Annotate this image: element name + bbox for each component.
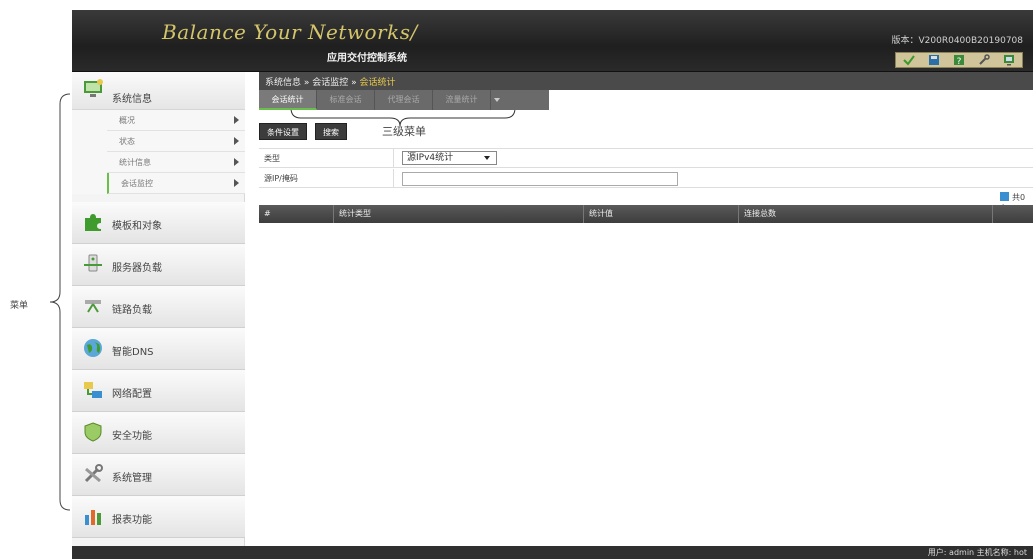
help-icon[interactable]: ?: [952, 54, 966, 66]
search-button[interactable]: 搜索: [315, 123, 347, 140]
wrench-icon[interactable]: [977, 54, 991, 66]
network-icon: [82, 379, 104, 401]
link-icon: [82, 295, 104, 317]
tab-proxy-session[interactable]: 代理会话: [375, 90, 433, 110]
column-header[interactable]: 统计值: [584, 205, 739, 223]
check-icon[interactable]: [902, 54, 916, 66]
ip-mask-input[interactable]: [402, 172, 678, 186]
monitor-icon[interactable]: [1002, 54, 1016, 66]
app-header: Balance Your Networks/ 应用交付控制系统 版本：V200R…: [72, 10, 1033, 72]
svg-text:?: ?: [957, 57, 962, 66]
chevron-right-icon: [234, 116, 239, 124]
sidebar-item-label: 服务器负载: [112, 263, 162, 274]
type-select[interactable]: 源IPv4统计: [402, 151, 497, 165]
tools-icon: [82, 463, 104, 485]
type-label: 类型: [259, 149, 394, 168]
save-icon[interactable]: [927, 54, 941, 66]
header-toolbar: ?: [895, 52, 1023, 68]
sidebar-item-label: 智能DNS: [112, 347, 154, 358]
form-row-ip: 源IP/掩码: [259, 169, 1033, 188]
sidebar-item-label: 网络配置: [112, 389, 152, 400]
sidebar-item-reports[interactable]: 报表功能: [72, 496, 245, 538]
chevron-down-icon[interactable]: [491, 90, 503, 110]
sidebar-item-server-load[interactable]: 服务器负载: [72, 244, 245, 286]
shield-icon: [82, 421, 104, 443]
sidebar-subitem-label: 概况: [119, 116, 135, 125]
sidebar-subitem-session-monitor[interactable]: 会话监控: [107, 173, 245, 194]
sidebar-subitem-statistics[interactable]: 统计信息: [107, 152, 245, 173]
breadcrumb-current: 会话统计: [359, 78, 396, 88]
sidebar-item-label: 安全功能: [112, 431, 152, 442]
sidebar-subitem-overview[interactable]: 概况: [107, 110, 245, 131]
breadcrumb-part[interactable]: 会话监控 »: [312, 78, 359, 88]
sidebar-item-network-config[interactable]: 网络配置: [72, 370, 245, 412]
ip-label: 源IP/掩码: [259, 169, 394, 188]
sidebar-item-label: 系统管理: [112, 473, 152, 484]
chevron-right-icon: [234, 158, 239, 166]
export-icon[interactable]: [1000, 192, 1009, 201]
chevron-right-icon: [234, 179, 239, 187]
version-text: 版本：V200R0400B20190708: [891, 36, 1023, 46]
status-bar: 用户: admin 主机名称: hot: [72, 546, 1033, 559]
filter-form: 类型 源IPv4统计 源IP/掩码: [259, 148, 1033, 188]
monitor-info-icon: [82, 78, 104, 100]
sidebar-submenu: 概况 状态 统计信息 会话监控: [72, 110, 245, 194]
column-header[interactable]: #: [259, 205, 334, 223]
sidebar-item-smart-dns[interactable]: 智能DNS: [72, 328, 245, 370]
sidebar: 系统信息 概况 状态 统计信息 会话监控 模板和对象 服务器负载 链路负载 智能…: [72, 72, 245, 546]
chevron-right-icon: [234, 137, 239, 145]
tab-bar: 会话统计 标准会话 代理会话 流量统计: [259, 90, 549, 110]
sidebar-item-templates[interactable]: 模板和对象: [72, 202, 245, 244]
sidebar-subitem-status[interactable]: 状态: [107, 131, 245, 152]
breadcrumb-part[interactable]: 系统信息 »: [265, 78, 312, 88]
tab-standard-session[interactable]: 标准会话: [317, 90, 375, 110]
sidebar-item-security[interactable]: 安全功能: [72, 412, 245, 454]
sidebar-subitem-label: 统计信息: [119, 158, 151, 167]
sidebar-item-label: 报表功能: [112, 515, 152, 526]
table-header: # 统计类型 统计值 连接总数: [259, 205, 1033, 223]
sidebar-subitem-label: 会话监控: [121, 179, 153, 188]
server-icon: [82, 253, 104, 275]
breadcrumb: 系统信息 » 会话监控 » 会话统计: [259, 72, 1033, 90]
type-select-value: 源IPv4统计: [407, 153, 454, 163]
tab-traffic-stats[interactable]: 流量统计: [433, 90, 491, 110]
app-root: { "header": { "logo_title": "Balance You…: [0, 0, 1033, 559]
sidebar-item-system-management[interactable]: 系统管理: [72, 454, 245, 496]
sidebar-item-label: 系统信息: [112, 94, 152, 105]
sidebar-subitem-label: 状态: [119, 137, 135, 146]
column-header[interactable]: 统计类型: [334, 205, 584, 223]
logo-subtitle: 应用交付控制系统: [327, 53, 407, 64]
globe-icon: [82, 337, 104, 359]
dropdown-arrow-icon: [484, 156, 490, 160]
form-row-type: 类型 源IPv4统计: [259, 149, 1033, 168]
puzzle-icon: [82, 211, 104, 233]
condition-settings-button[interactable]: 条件设置: [259, 123, 307, 140]
third-level-menu-label: 三级菜单: [382, 125, 426, 138]
column-header[interactable]: 连接总数: [739, 205, 993, 223]
report-chart-icon: [82, 505, 104, 527]
tab-session-stats[interactable]: 会话统计: [259, 90, 317, 110]
sidebar-item-label: 链路负载: [112, 305, 152, 316]
sidebar-item-link-load[interactable]: 链路负载: [72, 286, 245, 328]
logo-title: Balance Your Networks/: [162, 20, 418, 44]
sidebar-item-label: 模板和对象: [112, 221, 162, 232]
sidebar-item-system-info[interactable]: 系统信息: [72, 72, 245, 110]
